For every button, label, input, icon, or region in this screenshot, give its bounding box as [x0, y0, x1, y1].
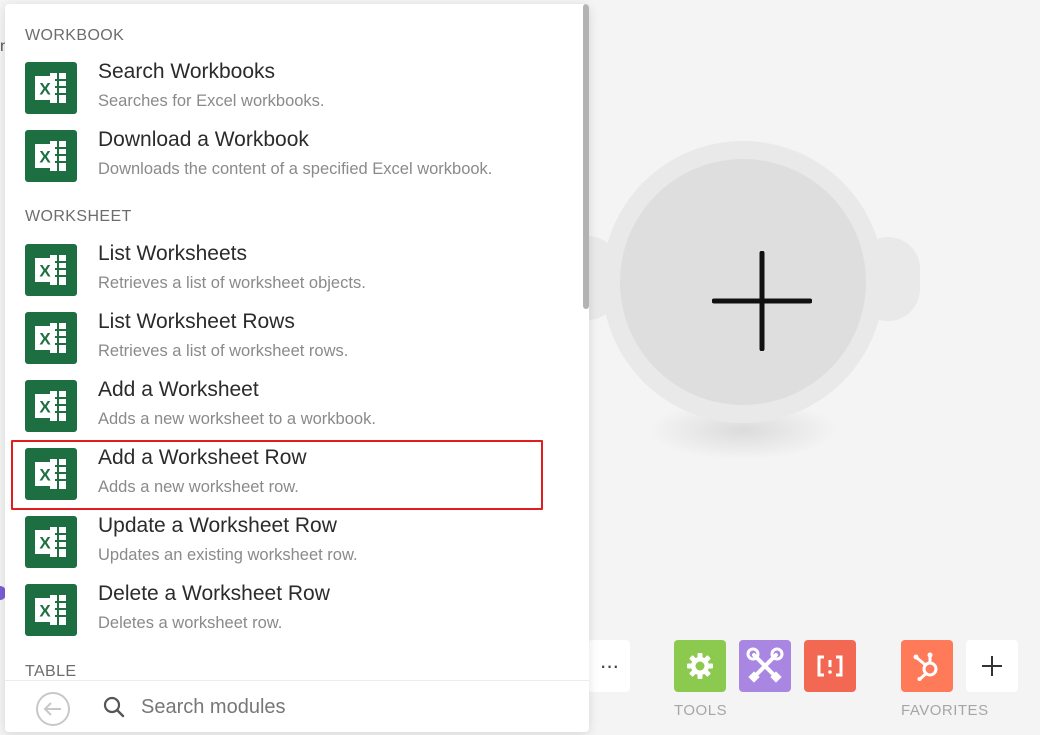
excel-icon: X — [25, 62, 77, 114]
svg-text:X: X — [39, 466, 51, 485]
gear-icon — [687, 653, 713, 679]
module-title: Add a Worksheet — [98, 378, 259, 401]
module-item-list-worksheet-rows[interactable]: X List Worksheet Rows Retrieves a list o… — [11, 306, 541, 370]
module-item-download-workbook[interactable]: X Download a Workbook Downloads the cont… — [11, 124, 541, 188]
svg-text:X: X — [39, 534, 51, 553]
module-title: Add a Worksheet Row — [98, 446, 307, 469]
tools-wrench-button[interactable] — [739, 640, 791, 692]
excel-icon: X — [25, 516, 77, 568]
svg-text:X: X — [39, 602, 51, 621]
search-icon — [103, 696, 125, 718]
more-options-button[interactable]: ··· — [588, 640, 630, 692]
module-title: Download a Workbook — [98, 128, 309, 151]
module-description: Adds a new worksheet row. — [98, 478, 299, 496]
module-description: Adds a new worksheet to a workbook. — [98, 410, 376, 428]
search-modules-input[interactable] — [141, 693, 561, 721]
svg-text:X: X — [39, 148, 51, 167]
panel-footer — [5, 680, 589, 732]
module-picker-panel: WORKBOOK X Search Workbooks Searches for… — [5, 4, 589, 732]
hubspot-icon — [913, 652, 938, 681]
module-title: Search Workbooks — [98, 60, 276, 83]
svg-text:X: X — [39, 80, 51, 99]
back-arrow-icon[interactable] — [35, 691, 71, 727]
module-item-update-worksheet-row[interactable]: X Update a Worksheet Row Updates an exis… — [11, 510, 541, 574]
module-description: Downloads the content of a specified Exc… — [98, 160, 493, 178]
excel-icon: X — [25, 448, 77, 500]
module-description: Retrieves a list of worksheet rows. — [98, 342, 349, 360]
json-brackets-icon — [817, 655, 843, 677]
module-title: List Worksheets — [98, 242, 247, 265]
tools-icon — [746, 647, 784, 683]
module-item-add-worksheet[interactable]: X Add a Worksheet Adds a new worksheet t… — [11, 374, 541, 438]
add-favorite-button[interactable] — [966, 640, 1018, 692]
section-header-table: TABLE — [25, 663, 77, 680]
svg-text:X: X — [39, 262, 51, 281]
svg-text:X: X — [39, 398, 51, 417]
tools-json-button[interactable] — [804, 640, 856, 692]
scrollbar[interactable] — [583, 4, 589, 309]
section-header-workbook: WORKBOOK — [25, 27, 125, 44]
tools-gear-button[interactable] — [674, 640, 726, 692]
module-item-add-worksheet-row[interactable]: X Add a Worksheet Row Adds a new workshe… — [11, 440, 543, 510]
module-title: Update a Worksheet Row — [98, 514, 337, 537]
excel-icon: X — [25, 312, 77, 364]
svg-text:X: X — [39, 330, 51, 349]
module-item-search-workbooks[interactable]: X Search Workbooks Searches for Excel wo… — [11, 56, 541, 120]
tools-group-label: TOOLS — [674, 702, 728, 719]
plus-icon — [982, 656, 1002, 676]
module-description: Updates an existing worksheet row. — [98, 546, 358, 564]
module-item-delete-worksheet-row[interactable]: X Delete a Worksheet Row Deletes a works… — [11, 578, 541, 642]
more-dots-icon: ··· — [599, 653, 620, 678]
section-header-worksheet: WORKSHEET — [25, 208, 132, 225]
module-description: Deletes a worksheet row. — [98, 614, 283, 632]
module-description: Searches for Excel workbooks. — [98, 92, 325, 110]
module-list[interactable]: WORKBOOK X Search Workbooks Searches for… — [5, 4, 589, 680]
excel-icon: X — [25, 584, 77, 636]
excel-icon: X — [25, 380, 77, 432]
favorite-hubspot-button[interactable] — [901, 640, 953, 692]
module-description: Retrieves a list of worksheet objects. — [98, 274, 366, 292]
module-item-list-worksheets[interactable]: X List Worksheets Retrieves a list of wo… — [11, 238, 541, 302]
module-title: Delete a Worksheet Row — [98, 582, 330, 605]
module-title: List Worksheet Rows — [98, 310, 295, 333]
excel-icon: X — [25, 130, 77, 182]
add-module-plus-icon[interactable] — [712, 251, 812, 351]
excel-icon: X — [25, 244, 77, 296]
empty-module[interactable] — [598, 137, 920, 427]
favorites-group-label: FAVORITES — [901, 702, 989, 719]
